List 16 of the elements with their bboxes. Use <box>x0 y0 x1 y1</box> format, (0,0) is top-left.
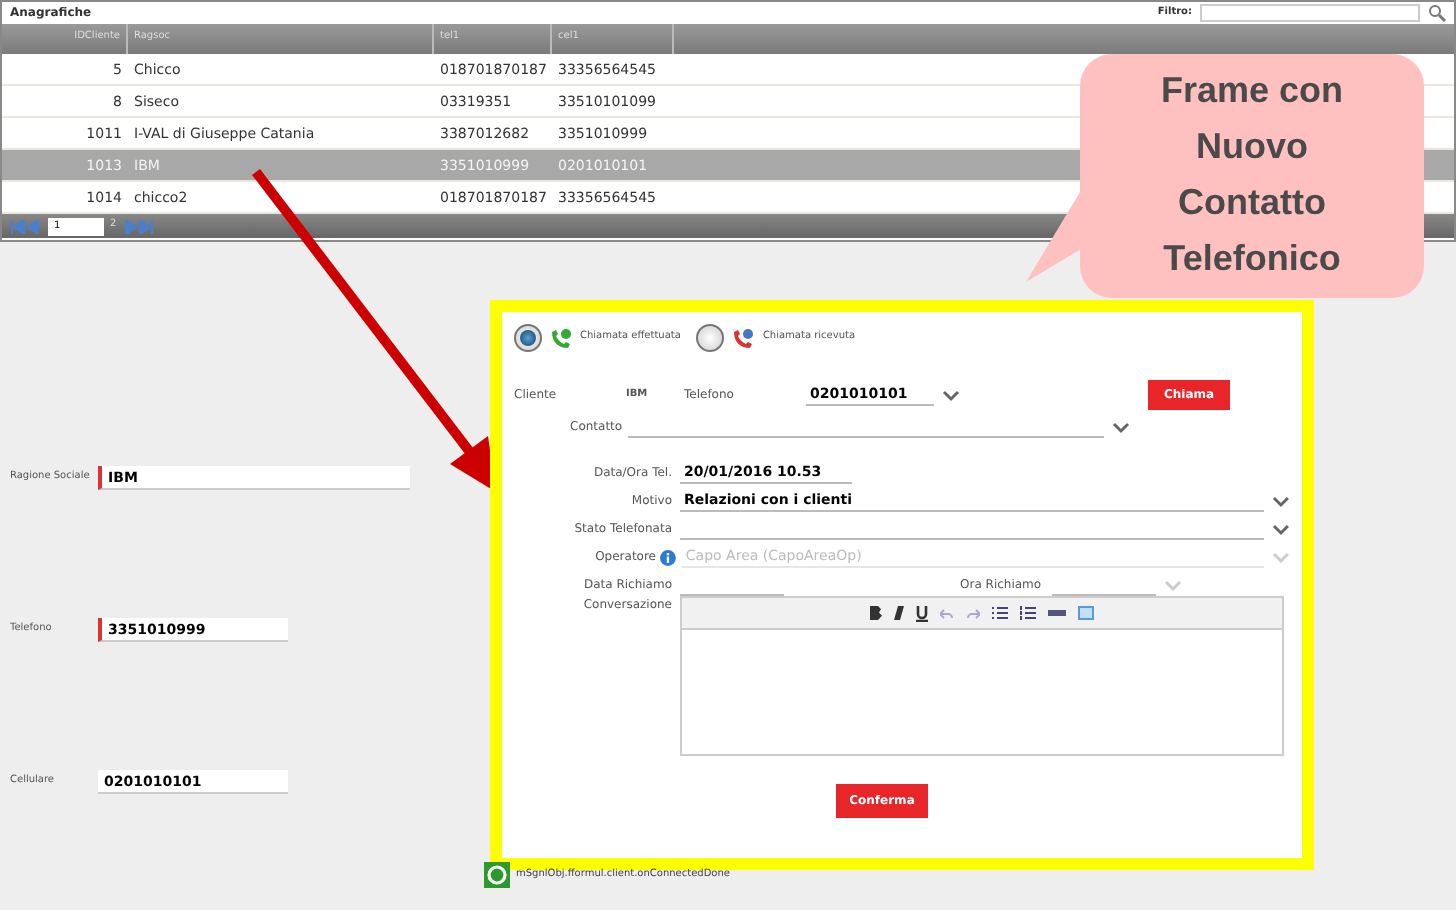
bold-icon[interactable] <box>870 606 882 620</box>
radio-button[interactable] <box>696 324 725 352</box>
html-icon[interactable] <box>1048 608 1066 618</box>
phone-icon <box>550 327 572 349</box>
radio-button[interactable] <box>514 324 542 352</box>
underline-icon[interactable] <box>916 605 928 621</box>
chevron-icon[interactable] <box>942 389 960 401</box>
filter-field[interactable] <box>1200 4 1420 22</box>
bullet-list-icon[interactable] <box>992 606 1008 620</box>
numbered-list-icon[interactable] <box>1020 606 1036 620</box>
phone-icon <box>732 327 755 349</box>
chevron-icon[interactable] <box>1112 421 1130 433</box>
refresh-icon[interactable] <box>484 862 510 888</box>
image-icon[interactable] <box>1078 606 1094 620</box>
search-icon[interactable] <box>1428 4 1446 22</box>
italic-icon[interactable] <box>894 606 904 620</box>
